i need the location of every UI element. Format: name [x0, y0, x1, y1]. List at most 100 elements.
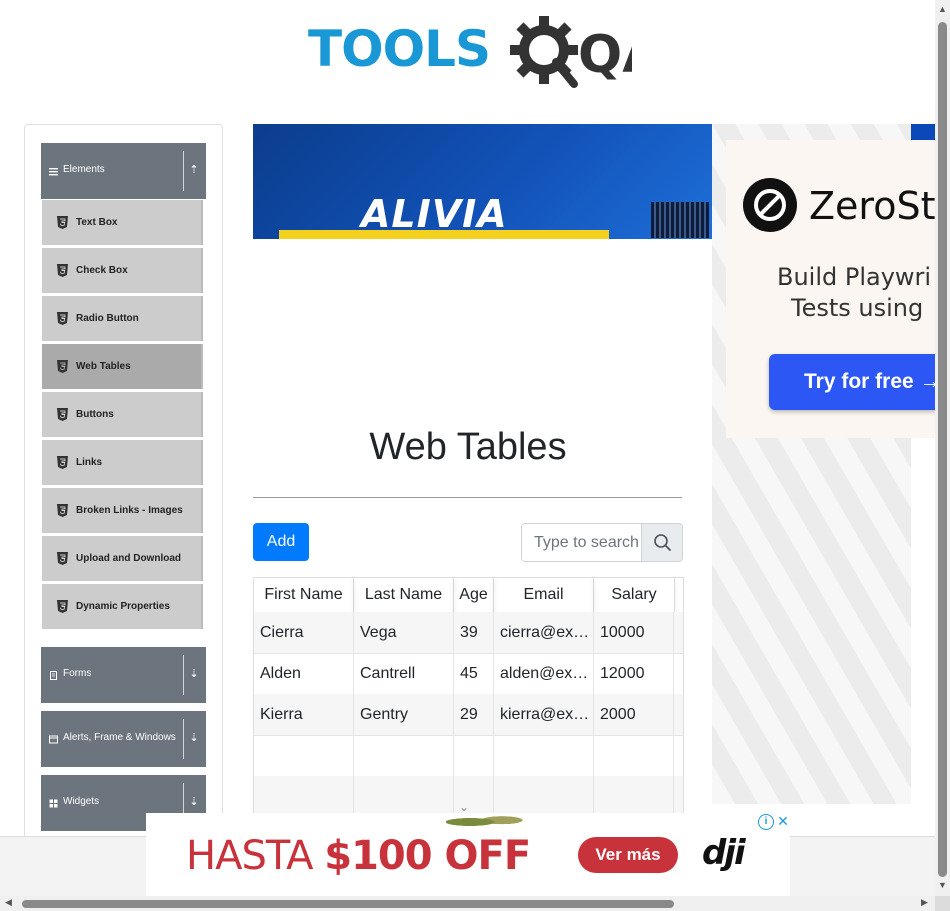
add-button[interactable]: Add	[253, 523, 309, 561]
group-label: Elements	[63, 164, 105, 175]
horizontal-scrollbar[interactable]: ◀ ▶	[0, 896, 935, 911]
scroll-down-icon[interactable]: ▼	[938, 880, 947, 890]
logo-suffix: QA	[578, 25, 632, 85]
sidebar: Elements ⇡ Text Box Check Box Radio Butt…	[24, 124, 223, 846]
group-label: Forms	[63, 668, 92, 679]
table-row: Kierra Gentry 29 kierra@example.com 2000	[254, 694, 683, 736]
table-cell	[594, 735, 674, 776]
html5-icon	[57, 216, 68, 229]
group-elements[interactable]: Elements ⇡	[41, 143, 206, 199]
scroll-right-icon[interactable]: ▶	[921, 897, 928, 908]
ad-line-1: Build Playwri	[777, 263, 932, 291]
menu-item-text-box[interactable]: Text Box	[42, 200, 203, 246]
ad-close-icon[interactable]: ✕	[776, 813, 790, 829]
search-icon	[654, 534, 671, 551]
ad-brand-logo: dji	[702, 833, 746, 873]
column-header-salary[interactable]: Salary	[594, 578, 675, 614]
banner-subline-strip	[279, 230, 609, 239]
html5-icon	[57, 360, 68, 373]
column-header-first-name[interactable]: First Name	[254, 578, 354, 614]
menu-item-label: Buttons	[76, 409, 114, 420]
title-divider	[253, 497, 682, 498]
table-cell	[254, 735, 354, 776]
menu-item-label: Web Tables	[76, 361, 131, 372]
hamburger-icon	[49, 168, 58, 176]
horizontal-scroll-thumb[interactable]	[22, 900, 674, 908]
menu-item-check-box[interactable]: Check Box	[42, 248, 203, 294]
table-cell: alden@example.com	[494, 653, 594, 694]
menu-item-label: Text Box	[76, 217, 118, 228]
ad-info-icon[interactable]: i	[758, 814, 774, 830]
group-label: Widgets	[63, 796, 100, 807]
vertical-scrollbar[interactable]: ▲ ▼	[935, 0, 950, 896]
menu-item-dynamic-properties[interactable]: Dynamic Properties	[42, 584, 203, 630]
table-cell: cierra@example.com	[494, 612, 594, 653]
table-cell	[454, 735, 494, 776]
table-cell: 45	[454, 653, 494, 694]
table-cell: 10000	[594, 612, 674, 653]
expand-arrow-icon[interactable]: ⇣	[187, 667, 201, 683]
table-cell: Vega	[354, 612, 454, 653]
menu-item-label: Dynamic Properties	[76, 601, 170, 612]
expand-arrow-icon[interactable]: ⇣	[187, 795, 201, 811]
menu-item-label: Check Box	[76, 265, 128, 276]
right-ad-card[interactable]: ZeroSt Build Playwri Tests using Try for…	[726, 140, 949, 438]
menu-item-broken-links[interactable]: Broken Links - Images	[42, 488, 203, 534]
expand-arrow-icon[interactable]: ⇣	[187, 731, 201, 747]
ad-amount: $100 OFF	[324, 833, 531, 879]
html5-icon	[57, 312, 68, 325]
toolsqa-logo[interactable]: TOOLS QA	[308, 14, 632, 90]
table-cell: Gentry	[354, 694, 454, 735]
column-header-last-name[interactable]: Last Name	[354, 578, 454, 614]
vertical-scroll-thumb[interactable]	[938, 22, 947, 877]
search-box	[521, 523, 683, 562]
group-forms[interactable]: Forms ⇣	[41, 647, 206, 703]
table-cell: 2000	[594, 694, 674, 735]
bottom-ad[interactable]: HASTA $100 OFF Ver más dji i ✕	[146, 813, 790, 896]
group-label: Alerts, Frame & Windows	[63, 732, 176, 743]
table-cell: Alden	[254, 653, 354, 694]
try-for-free-button[interactable]: Try for free →	[769, 354, 949, 410]
table-cell	[494, 735, 594, 776]
menu-item-buttons[interactable]: Buttons	[42, 392, 203, 438]
table-cell: Kierra	[254, 694, 354, 735]
grid-icon	[49, 799, 58, 808]
logo-gear-icon: QA	[510, 16, 632, 88]
scroll-up-icon[interactable]: ▲	[938, 4, 947, 14]
html5-icon	[57, 504, 68, 517]
collapse-arrow-icon[interactable]: ⇡	[187, 163, 201, 179]
web-table: First Name Last Name Age Email Salary Ci…	[253, 577, 684, 819]
table-cell: kierra@example.com	[494, 694, 594, 735]
menu-item-label: Upload and Download	[76, 553, 181, 564]
menu-item-radio-button[interactable]: Radio Button	[42, 296, 203, 342]
form-icon	[50, 671, 57, 680]
menu-item-links[interactable]: Links	[42, 440, 203, 486]
table-cell: 12000	[594, 653, 674, 694]
divider	[183, 655, 184, 695]
column-header-age[interactable]: Age	[454, 578, 494, 614]
html5-icon	[57, 552, 68, 565]
group-alerts-frames-windows[interactable]: Alerts, Frame & Windows ⇣	[41, 711, 206, 767]
table-cell	[354, 776, 454, 817]
table-cell: Cierra	[254, 612, 354, 653]
right-ad-blue-strip	[911, 124, 935, 140]
scrollbar-corner	[935, 896, 950, 911]
window-icon	[49, 735, 58, 744]
search-input[interactable]	[522, 524, 641, 561]
html5-icon	[57, 600, 68, 613]
menu-item-web-tables[interactable]: Web Tables	[42, 344, 203, 390]
ver-mas-button[interactable]: Ver más	[578, 837, 678, 873]
ad-headline: HASTA $100 OFF	[186, 833, 531, 879]
table-cell: Cantrell	[354, 653, 454, 694]
menu-item-upload-download[interactable]: Upload and Download	[42, 536, 203, 582]
divider	[183, 719, 184, 759]
button-label: Try for free →	[804, 370, 941, 393]
search-button[interactable]	[641, 524, 682, 561]
html5-icon	[57, 456, 68, 469]
table-row: Alden Cantrell 45 alden@example.com 1200…	[254, 653, 683, 695]
scroll-left-icon[interactable]: ◀	[5, 897, 12, 908]
page-title: Web Tables	[369, 426, 567, 468]
banner-ad[interactable]: ALIVIA	[253, 124, 712, 239]
column-header-email[interactable]: Email	[494, 578, 594, 614]
table-cell: 39	[454, 612, 494, 653]
